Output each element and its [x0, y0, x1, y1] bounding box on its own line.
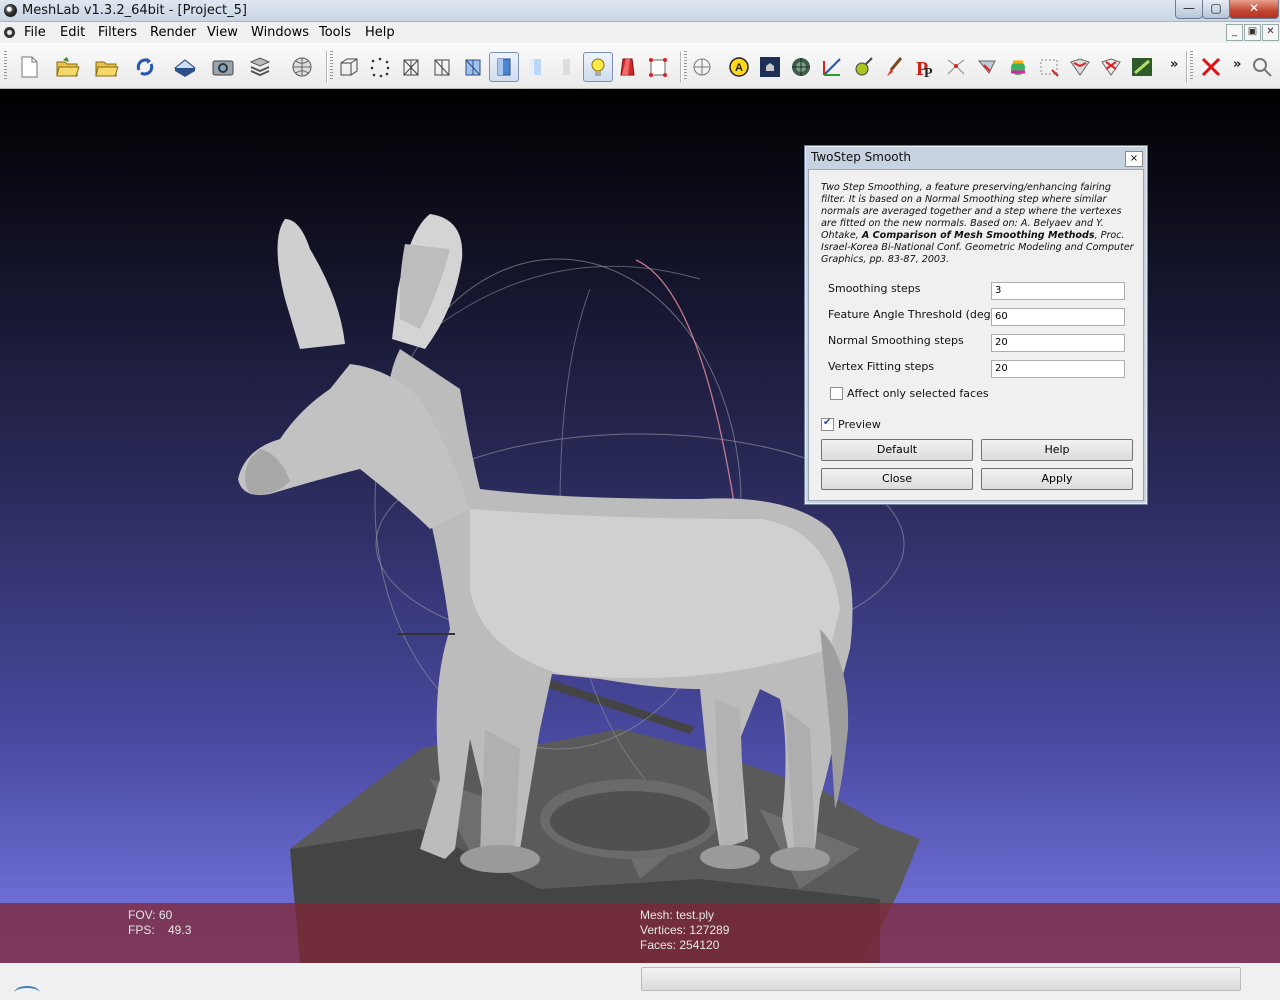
affect-selected-faces-checkbox[interactable] — [830, 387, 843, 400]
document-icon[interactable] — [4, 27, 15, 38]
info-panel: FOV: 60 FPS: 49.3 Mesh: test.ply Vertice… — [0, 903, 1280, 963]
close-window-button[interactable]: ✕ — [1229, 0, 1279, 19]
default-button[interactable]: Default — [821, 439, 973, 461]
bounding-box-icon[interactable] — [336, 54, 362, 80]
snapshot-icon[interactable] — [210, 54, 236, 80]
paint-icon[interactable] — [881, 54, 907, 80]
param-label-vertex-fitting: Vertex Fitting steps — [828, 360, 935, 373]
help-button[interactable]: Help — [981, 439, 1133, 461]
toolbar: A PP » » — [0, 43, 1280, 89]
zippering-icon[interactable] — [1005, 54, 1031, 80]
fov-label: FOV: 60 — [128, 908, 173, 922]
dialog-close-button[interactable]: × — [1125, 151, 1143, 167]
param-label-normal-smoothing: Normal Smoothing steps — [828, 334, 964, 347]
vertices-label: Vertices: 127289 — [640, 923, 730, 937]
p-icon[interactable]: PP — [912, 54, 938, 80]
hidden-lines-icon[interactable] — [429, 54, 455, 80]
svg-text:P: P — [924, 66, 933, 78]
mdi-restore-button[interactable]: ▣ — [1244, 24, 1261, 41]
layers-icon[interactable] — [247, 54, 273, 80]
affect-selected-faces-label: Affect only selected faces — [847, 387, 989, 400]
param-label-feature-angle: Feature Angle Threshold (deg) — [828, 308, 995, 321]
menu-view[interactable]: View — [207, 25, 238, 40]
texture-icon[interactable] — [757, 54, 783, 80]
toolbar-grip-render[interactable] — [330, 51, 333, 81]
apply-button[interactable]: Apply — [981, 468, 1133, 490]
filter-description: Two Step Smoothing, a feature preserving… — [821, 182, 1134, 265]
toolbar-overflow-button[interactable]: » — [1170, 57, 1178, 72]
maximize-button[interactable]: ▢ — [1202, 0, 1230, 19]
menu-windows[interactable]: Windows — [251, 25, 309, 40]
minimize-button[interactable]: — — [1175, 0, 1203, 19]
vertex-fitting-steps-input[interactable]: 20 — [991, 360, 1125, 378]
fancy-light-icon[interactable] — [645, 54, 671, 80]
menu-file[interactable]: File — [24, 25, 46, 40]
color-icon[interactable] — [553, 54, 579, 80]
dialog-title: TwoStep Smooth — [811, 150, 911, 164]
double-light-icon[interactable] — [615, 54, 641, 80]
fps-label: FPS: 49.3 — [128, 923, 192, 937]
mdi-minimize-button[interactable]: _ — [1226, 24, 1243, 41]
status-bar — [0, 963, 1280, 992]
smoothing-steps-input[interactable]: 3 — [991, 282, 1125, 300]
toolbar-grip-edit[interactable] — [684, 51, 687, 81]
points-icon[interactable] — [367, 54, 393, 80]
smooth-icon[interactable] — [522, 54, 548, 80]
meshlab-app-icon — [4, 4, 17, 17]
window-title: MeshLab v1.3.2_64bit - [Project_5] — [22, 3, 247, 18]
measure-icon[interactable] — [819, 54, 845, 80]
flat-lines-icon[interactable] — [460, 54, 486, 80]
annotation-icon[interactable]: A — [726, 54, 752, 80]
new-project-icon[interactable] — [16, 54, 42, 80]
open-mesh-icon[interactable] — [93, 54, 119, 80]
manipulator-icon[interactable] — [689, 54, 715, 80]
faces-label: Faces: 254120 — [640, 938, 720, 952]
toolbar-overflow-button-2[interactable]: » — [1233, 57, 1241, 72]
menu-bar: File Edit Filters Render View Windows To… — [0, 22, 1280, 43]
twostep-smooth-dialog: TwoStep Smooth × Two Step Smoothing, a f… — [804, 145, 1148, 505]
normal-smoothing-steps-input[interactable]: 20 — [991, 334, 1125, 352]
mdi-close-button[interactable]: ✕ — [1262, 24, 1279, 41]
preview-label: Preview — [838, 418, 881, 431]
open-project-icon[interactable] — [54, 54, 80, 80]
dialog-titlebar[interactable]: TwoStep Smooth × — [805, 146, 1147, 168]
svg-text:A: A — [735, 62, 743, 74]
raster-icon[interactable] — [288, 54, 314, 80]
select-faces-icon[interactable] — [974, 54, 1000, 80]
select-vertices-icon[interactable] — [943, 54, 969, 80]
menu-filters[interactable]: Filters — [98, 25, 137, 40]
dialog-body: Two Step Smoothing, a feature preserving… — [808, 169, 1144, 501]
close-button[interactable]: Close — [821, 468, 973, 490]
align-icon[interactable] — [788, 54, 814, 80]
save-icon[interactable] — [171, 54, 197, 80]
wireframe-icon[interactable] — [398, 54, 424, 80]
toolbar-grip-filters[interactable] — [1190, 51, 1193, 81]
edit-map-icon[interactable] — [1129, 54, 1155, 80]
delete-icon[interactable] — [1198, 54, 1224, 80]
window-titlebar[interactable]: MeshLab v1.3.2_64bit - [Project_5] — ▢ ✕ — [0, 0, 1280, 22]
search-icon[interactable] — [1249, 54, 1275, 80]
preview-checkbox[interactable] — [821, 417, 834, 431]
pick-points-icon[interactable] — [850, 54, 876, 80]
param-label-smoothing-steps: Smoothing steps — [828, 282, 921, 295]
light-icon[interactable] — [583, 52, 613, 82]
status-progress-bar — [641, 967, 1241, 991]
menu-tools[interactable]: Tools — [319, 25, 351, 40]
mesh-name-label: Mesh: test.ply — [640, 908, 715, 922]
toolbar-grip[interactable] — [4, 51, 7, 81]
shaping-icon[interactable] — [1036, 54, 1062, 80]
menu-edit[interactable]: Edit — [60, 25, 85, 40]
menu-render[interactable]: Render — [150, 25, 196, 40]
feature-angle-threshold-input[interactable]: 60 — [991, 308, 1125, 326]
select-region-icon[interactable] — [1067, 54, 1093, 80]
reload-icon[interactable] — [132, 54, 158, 80]
edit-icon[interactable] — [1098, 54, 1124, 80]
menu-help[interactable]: Help — [365, 25, 395, 40]
flat-icon[interactable] — [489, 52, 519, 82]
status-icon — [14, 986, 40, 1000]
